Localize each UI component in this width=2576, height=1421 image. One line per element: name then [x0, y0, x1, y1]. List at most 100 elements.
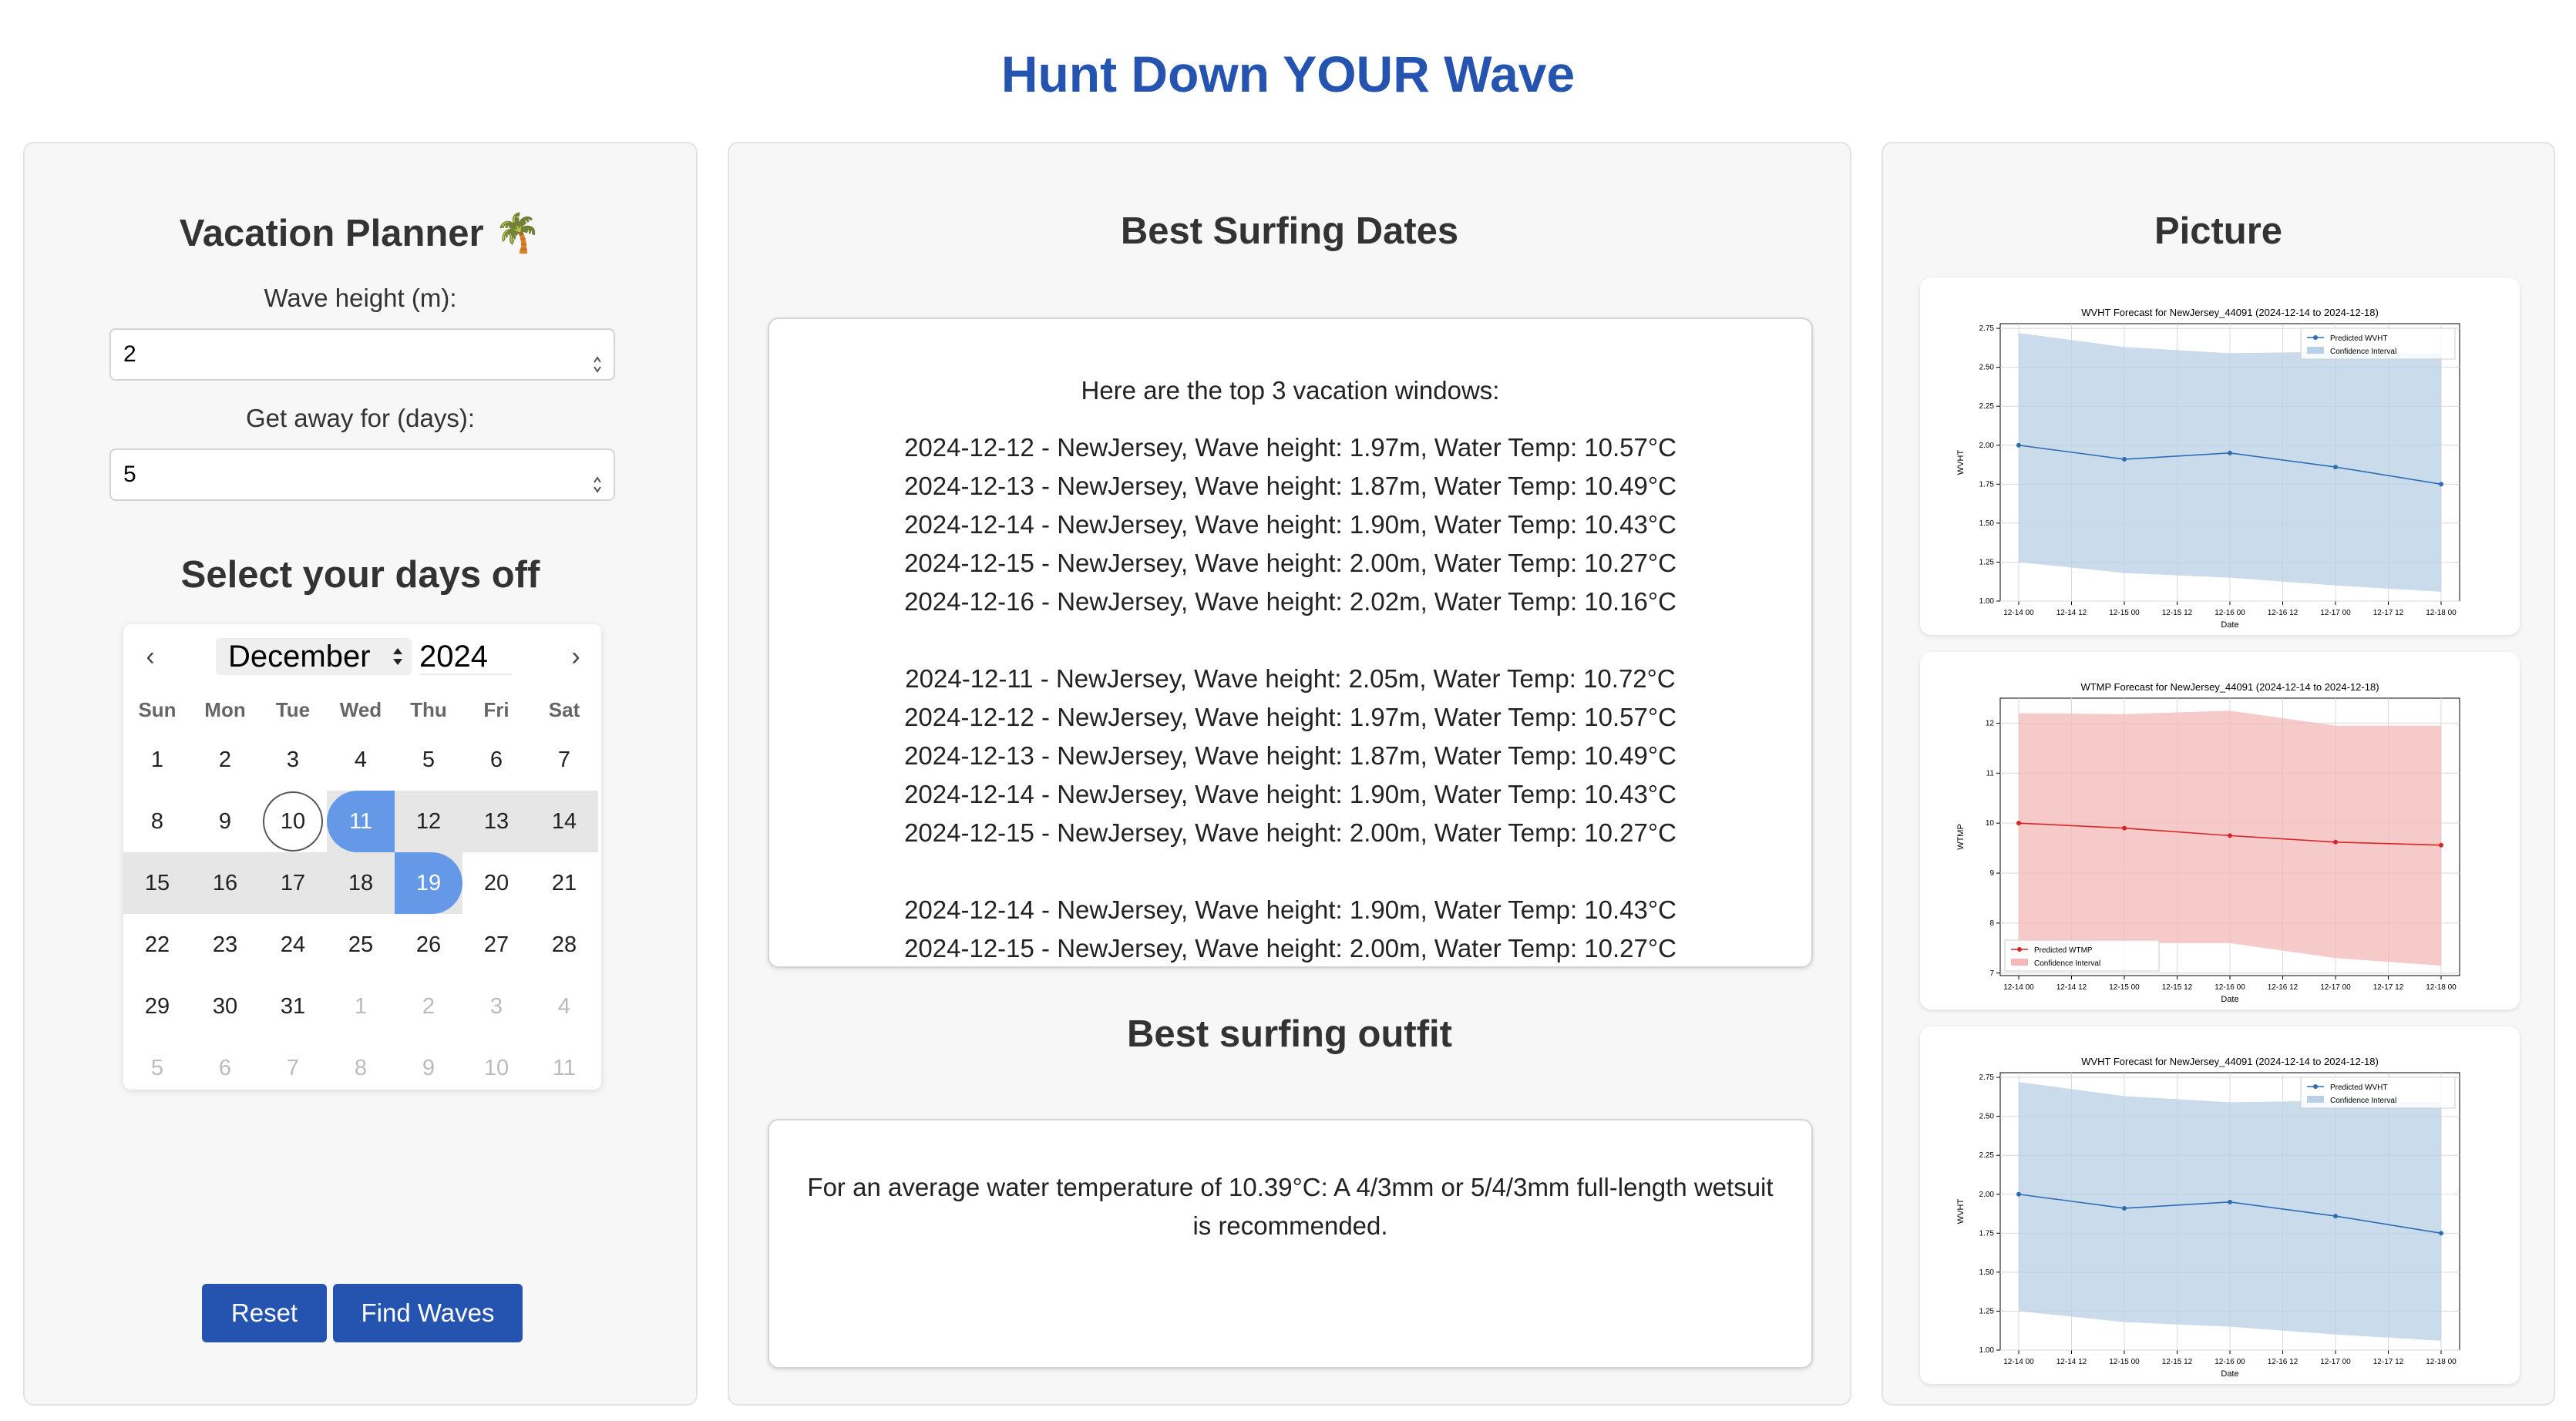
month-select[interactable]: December [216, 638, 412, 675]
picture-panel: Picture 12-14 00 12-14 12 12-15 00 12-15 12… [1882, 142, 2555, 1406]
calendar-day[interactable]: 2 [191, 729, 259, 791]
series-point [2016, 1191, 2021, 1197]
calendar-day[interactable]: 1 [123, 729, 191, 791]
calendar-day[interactable]: 14 [530, 791, 598, 852]
y-tick-label: 11 [1986, 769, 1995, 778]
calendar-day[interactable]: 16 [191, 852, 259, 914]
calendar-day[interactable]: 27 [462, 914, 530, 976]
calendar-day-next-month[interactable]: 3 [462, 976, 530, 1037]
picture-title: Picture [2154, 210, 2283, 252]
calendar-day[interactable]: 31 [259, 976, 327, 1037]
calendar-day[interactable]: 9 [191, 791, 259, 852]
x-tick-label: 12-14 00 [2003, 1358, 2034, 1366]
calendar-day[interactable]: 5 [395, 729, 462, 791]
calendar-day-next-month[interactable]: 10 [462, 1037, 530, 1099]
calendar-day[interactable]: 17 [259, 852, 327, 914]
series-point [2333, 465, 2338, 470]
today-ring: 10 [263, 791, 323, 852]
app-title: Hunt Down YOUR Wave [1000, 45, 1576, 102]
series-point [2333, 1214, 2338, 1219]
year-input[interactable]: 2024 [419, 638, 512, 675]
calendar-day[interactable]: 20 [462, 852, 530, 914]
calendar-day[interactable]: 3 [259, 729, 327, 791]
calendar-day[interactable]: 7 [530, 729, 598, 791]
calendar-day[interactable]: 19 [395, 852, 462, 914]
chart-title: WVHT Forecast for NewJersey_44091 (2024-… [2081, 307, 2379, 318]
x-tick-label: 12-16 12 [2268, 983, 2299, 992]
legend-label: Predicted WVHT [2330, 1083, 2387, 1092]
calendar-day-next-month[interactable]: 6 [191, 1037, 259, 1099]
calendar-day[interactable]: 24 [259, 914, 327, 976]
calendar-day[interactable]: 30 [191, 976, 259, 1037]
chart-title: WTMP Forecast for NewJersey_44091 (2024-… [2080, 681, 2379, 693]
calendar-day[interactable]: 21 [530, 852, 598, 914]
calendar-day-next-month[interactable]: 11 [530, 1037, 598, 1099]
calendar-day-next-month[interactable]: 7 [259, 1037, 327, 1099]
y-tick-label: 8 [1989, 919, 1994, 928]
calendar-day-next-month[interactable]: 5 [123, 1037, 191, 1099]
x-axis-label: Date [2221, 1369, 2238, 1379]
calendar-day[interactable]: 22 [123, 914, 191, 976]
y-tick-label: 2.75 [1979, 324, 1995, 333]
calendar-day[interactable]: 28 [530, 914, 598, 976]
calendar-day[interactable]: 6 [462, 729, 530, 791]
x-tick-label: 12-16 00 [2214, 983, 2245, 992]
wave-height-value: 2 [123, 341, 136, 367]
y-tick-label: 1.25 [1979, 1307, 1995, 1315]
calendar-day-next-month[interactable]: 8 [327, 1037, 395, 1099]
legend-label: Confidence Interval [2330, 348, 2396, 356]
calendar-day-next-month[interactable]: 1 [327, 976, 395, 1037]
calendar-day[interactable]: 18 [327, 852, 395, 914]
x-tick-label: 12-17 12 [2373, 609, 2404, 617]
windows-list: 2024-12-12 - NewJersey, Wave height: 1.9… [769, 428, 1811, 966]
find-waves-button[interactable]: Find Waves [333, 1284, 523, 1342]
calendar-day-today[interactable]: 10 [259, 791, 327, 852]
series-point [2122, 456, 2127, 462]
y-tick-label: 1.50 [1979, 519, 1995, 528]
stepper-icon[interactable] [592, 344, 603, 373]
x-tick-label: 12-17 00 [2320, 609, 2351, 617]
calendar-day[interactable]: 8 [123, 791, 191, 852]
y-tick-label: 2.75 [1979, 1073, 1995, 1082]
calendar-day[interactable]: 15 [123, 852, 191, 914]
series-point [2016, 821, 2021, 826]
prev-month-icon[interactable]: ‹ [139, 638, 162, 675]
x-tick-label: 12-14 12 [2056, 983, 2087, 992]
y-axis-label: WVHT [1956, 450, 1966, 475]
calendar-day[interactable]: 12 [395, 791, 462, 852]
calendar-day[interactable]: 13 [462, 791, 530, 852]
window-day-line: 2024-12-13 - NewJersey, Wave height: 1.8… [904, 741, 1676, 770]
calendar-day[interactable]: 4 [327, 729, 395, 791]
planner-title: Vacation Planner 🌴 [179, 213, 542, 254]
series-point [2439, 1231, 2443, 1236]
calendar-day-next-month[interactable]: 9 [395, 1037, 462, 1099]
series-point [2016, 442, 2021, 448]
vacation-windows-box[interactable]: Here are the top 3 vacation windows: 202… [768, 317, 1813, 968]
calendar-day[interactable]: 29 [123, 976, 191, 1037]
stepper-icon[interactable] [592, 464, 603, 493]
y-tick-label: 9 [1989, 869, 1994, 878]
window-day-line: 2024-12-15 - NewJersey, Wave height: 2.0… [904, 549, 1676, 577]
calendar-day[interactable]: 23 [191, 914, 259, 976]
window-day-line: 2024-12-15 - NewJersey, Wave height: 2.0… [904, 818, 1676, 847]
calendar-day[interactable]: 25 [327, 914, 395, 976]
x-tick-label: 12-15 12 [2162, 609, 2193, 617]
series-point [2439, 842, 2443, 848]
x-tick-label: 12-18 00 [2426, 609, 2457, 617]
calendar-day-next-month[interactable]: 2 [395, 976, 462, 1037]
y-tick-label: 1.00 [1979, 597, 1995, 606]
calendar-day[interactable]: 11 [327, 791, 395, 852]
calendar-day[interactable]: 26 [395, 914, 462, 976]
y-tick-label: 7 [1989, 969, 1994, 978]
reset-button[interactable]: Reset [202, 1284, 327, 1342]
outfit-box: For an average water temperature of 10.3… [768, 1119, 1813, 1369]
wave-height-input[interactable]: 2 [109, 328, 615, 381]
window-day-line: 2024-12-11 - NewJersey, Wave height: 2.0… [905, 664, 1676, 693]
window-day-line: 2024-12-13 - NewJersey, Wave height: 1.8… [904, 472, 1676, 500]
legend-label: Predicted WVHT [2330, 334, 2387, 343]
confidence-band [2019, 710, 2441, 966]
days-input[interactable]: 5 [109, 448, 615, 501]
series-point [2122, 1205, 2127, 1211]
next-month-icon[interactable]: › [564, 638, 587, 675]
calendar-day-next-month[interactable]: 4 [530, 976, 598, 1037]
